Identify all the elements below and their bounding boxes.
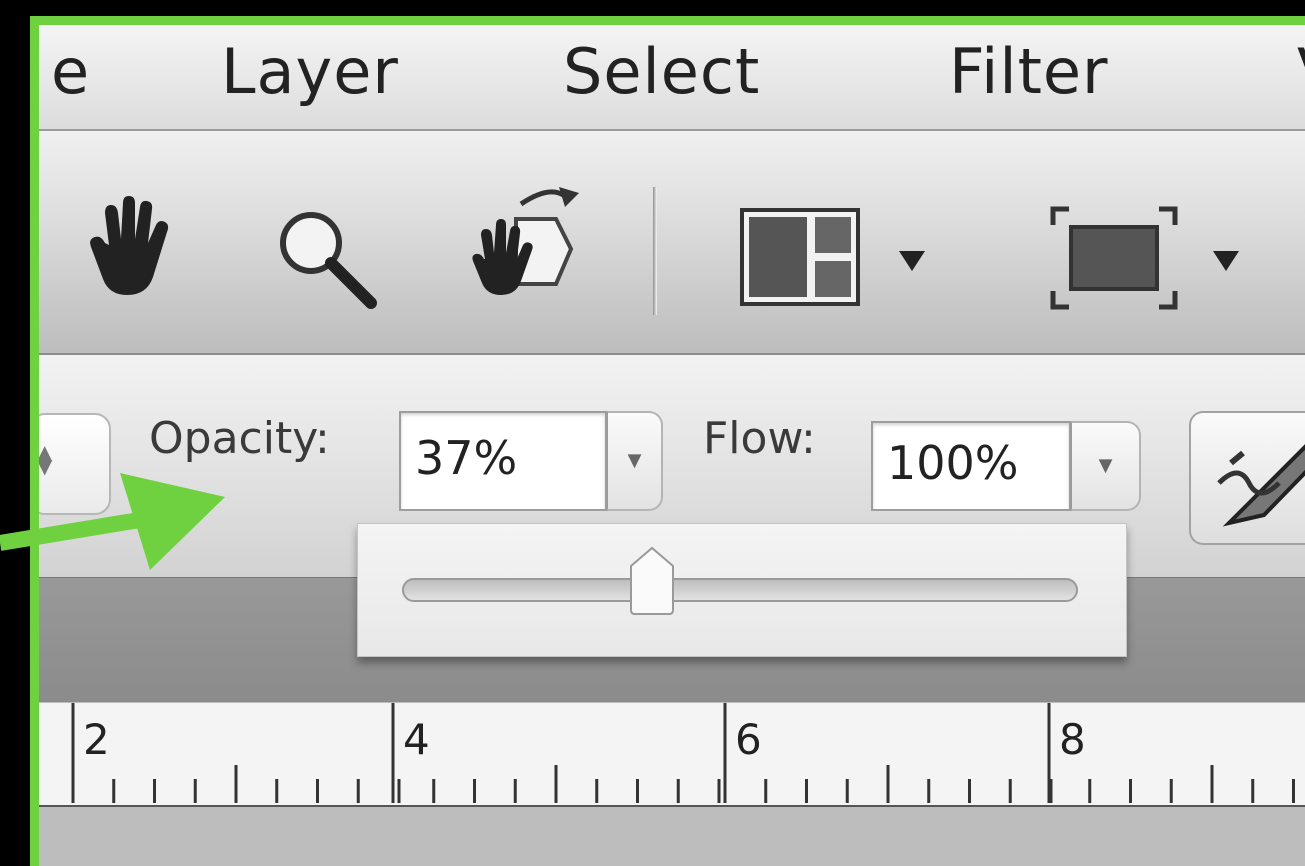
menu-item-view-partial[interactable]: V	[1297, 35, 1305, 108]
menu-item-select[interactable]: Select	[563, 35, 760, 108]
menu-item-filter[interactable]: Filter	[949, 35, 1109, 108]
menu-item-file-partial[interactable]: e	[51, 35, 90, 108]
flow-label: Flow:	[703, 413, 816, 464]
screen-mode-icon[interactable]	[1049, 205, 1179, 311]
zoom-icon[interactable]	[271, 203, 381, 313]
airbrush-toggle-button[interactable]	[1189, 411, 1305, 545]
ruler-label: 4	[403, 715, 430, 764]
annotation-arrow-icon	[0, 473, 225, 570]
highlight-frame: e Layer Select Filter V	[30, 16, 1305, 866]
ruler-label: 2	[83, 715, 110, 764]
ruler-label: 8	[1059, 715, 1086, 764]
ruler-label: 6	[735, 715, 762, 764]
rotate-view-icon[interactable]	[461, 179, 591, 309]
chevron-down-icon: ▼	[627, 450, 642, 471]
application-toolbar	[39, 131, 1305, 355]
opacity-slider-track[interactable]	[402, 578, 1078, 602]
flow-field[interactable]: 100%	[871, 421, 1071, 511]
hand-icon[interactable]	[85, 195, 175, 305]
menu-bar: e Layer Select Filter V	[39, 25, 1305, 131]
airbrush-icon	[1217, 444, 1305, 527]
opacity-slider-popup	[357, 523, 1127, 657]
chevron-down-icon: ▼	[1098, 455, 1113, 476]
horizontal-ruler: 2 4 6 8	[39, 703, 1305, 807]
menu-item-layer[interactable]: Layer	[221, 35, 399, 108]
flow-dropdown-button[interactable]: ▼	[1071, 421, 1141, 511]
chevron-down-icon[interactable]	[897, 249, 927, 273]
chevron-down-icon[interactable]	[1211, 249, 1241, 273]
toolbar-separator	[653, 187, 657, 315]
arrange-documents-icon[interactable]	[739, 207, 861, 307]
canvas-area	[39, 807, 1305, 866]
ruler-ticks	[71, 703, 1295, 803]
opacity-field[interactable]: 37%	[399, 411, 607, 511]
opacity-dropdown-button[interactable]: ▼	[607, 411, 663, 511]
opacity-slider-thumb[interactable]	[627, 546, 677, 616]
